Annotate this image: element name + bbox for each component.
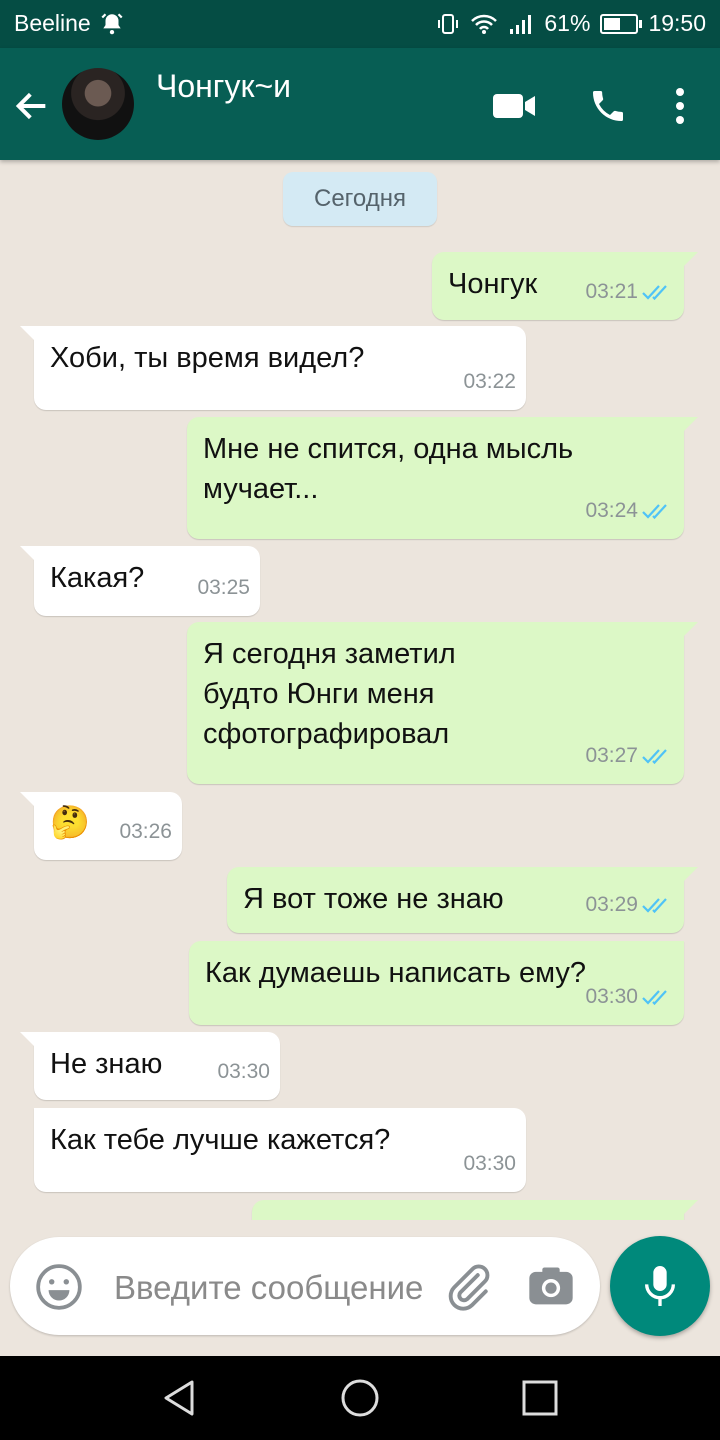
chat-header: Чонгук~и: [0, 48, 720, 160]
nav-recents-icon[interactable]: [518, 1376, 562, 1420]
more-vert-icon: [676, 88, 684, 124]
signal-icon: [510, 14, 532, 34]
message-bubble-incoming[interactable]: Как тебе лучше кажется? 03:30: [34, 1108, 526, 1192]
message-composer[interactable]: Введите сообщение: [10, 1237, 600, 1335]
battery-percent: 61%: [544, 10, 591, 36]
message-time: 03:22: [463, 370, 516, 393]
message-time: 03:21: [585, 280, 638, 303]
message-time: 03:30: [463, 1152, 516, 1175]
message-bubble-outgoing[interactable]: Я сегодня заметил будто Юнги меня сфотог…: [187, 622, 698, 784]
message-time: 03:24: [585, 499, 638, 522]
read-ticks-icon: [642, 285, 667, 301]
message-bubble-incoming[interactable]: 🤔 03:26: [20, 792, 182, 860]
system-nav-bar: [0, 1356, 720, 1440]
emoji-icon[interactable]: [34, 1262, 84, 1312]
video-call-icon: [493, 94, 535, 118]
camera-icon[interactable]: [525, 1261, 577, 1313]
read-ticks-icon: [642, 504, 667, 520]
message-text: Чонгук: [448, 268, 538, 300]
avatar[interactable]: [62, 68, 134, 140]
date-separator: Сегодня: [283, 172, 437, 226]
read-ticks-icon: [642, 898, 667, 914]
message-bubble-incoming[interactable]: Хоби, ты время видел? 03:22: [20, 326, 526, 410]
message-input[interactable]: Введите сообщение: [114, 1269, 423, 1307]
phone-icon: [593, 91, 623, 121]
message-list[interactable]: Сегодня Чонгук 03:21 Хоби, ты время виде…: [0, 160, 720, 1220]
read-ticks-icon: [642, 990, 667, 1006]
battery-icon: [600, 13, 643, 34]
microphone-icon: [645, 1266, 675, 1306]
message-bubble-outgoing[interactable]: Мне не спится, одна мысль мучает... 03:2…: [187, 417, 698, 539]
wifi-icon: [471, 14, 498, 34]
message-text: Какая?: [50, 562, 145, 594]
attach-icon[interactable]: [442, 1261, 494, 1313]
more-options-button[interactable]: [654, 80, 706, 132]
message-time: 03:26: [119, 820, 172, 843]
message-time: 03:30: [585, 985, 638, 1008]
carrier-label: Beeline: [14, 10, 91, 36]
nav-home-icon[interactable]: [338, 1376, 382, 1420]
video-call-button[interactable]: [488, 80, 540, 132]
message-bubble-outgoing[interactable]: Чонгук 03:21: [432, 252, 698, 320]
back-arrow-icon[interactable]: [12, 86, 52, 126]
message-text: Хоби, ты время видел?: [50, 342, 365, 374]
message-text: Как думаешь написать ему?: [205, 957, 586, 989]
message-bubble-outgoing[interactable]: Я вот тоже не знаю 03:29: [227, 867, 698, 933]
message-time: 03:30: [217, 1060, 270, 1083]
message-text: Я вот тоже не знаю: [243, 883, 504, 915]
message-text: Не знаю: [50, 1048, 163, 1080]
clock: 19:50: [648, 10, 706, 36]
message-text: Я сегодня заметил будто Юнги меня сфотог…: [203, 638, 456, 750]
status-bar: Beeline 61% 19:50: [0, 0, 720, 48]
message-bubble-outgoing-partial[interactable]: [252, 1200, 698, 1220]
message-text: Как тебе лучше кажется?: [50, 1124, 391, 1156]
vibrate-icon: [438, 13, 459, 34]
message-bubble-incoming[interactable]: Какая? 03:25: [20, 546, 260, 616]
message-time: 03:25: [197, 576, 250, 599]
read-ticks-icon: [642, 749, 667, 765]
message-text: Мне не спится, одна мысль мучает...: [203, 433, 574, 505]
alarm-icon: [101, 12, 123, 34]
contact-name[interactable]: Чонгук~и: [156, 68, 291, 105]
message-bubble-incoming[interactable]: Не знаю 03:30: [20, 1032, 280, 1100]
voice-message-button[interactable]: [610, 1236, 710, 1336]
message-bubble-outgoing[interactable]: Как думаешь написать ему? 03:30: [189, 941, 684, 1025]
message-time: 03:29: [585, 893, 638, 916]
thinking-emoji: 🤔: [50, 804, 90, 840]
voice-call-button[interactable]: [582, 80, 634, 132]
nav-back-icon[interactable]: [158, 1376, 202, 1420]
message-time: 03:27: [585, 744, 638, 767]
